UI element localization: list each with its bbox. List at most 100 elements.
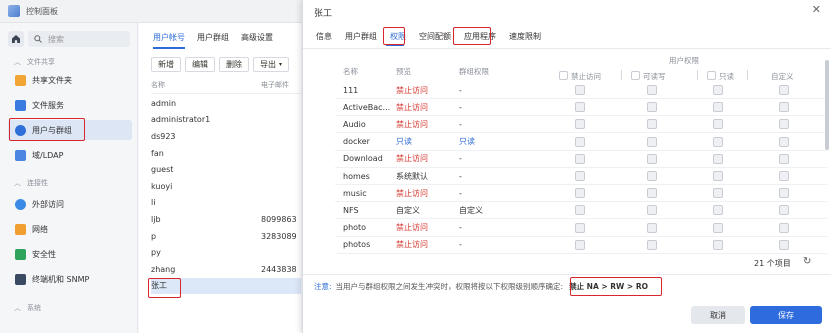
deny-checkbox[interactable] (575, 85, 585, 95)
rw-checkbox[interactable] (647, 239, 657, 250)
refresh-icon[interactable]: ↻ (803, 256, 811, 267)
sidebar-item-security[interactable]: 安全性 (8, 244, 132, 264)
custom-checkbox[interactable] (779, 153, 789, 164)
user-row[interactable]: admin (151, 95, 301, 112)
ro-checkbox[interactable] (713, 188, 723, 199)
sidebar-item-network[interactable]: 网络 (8, 219, 132, 239)
user-row[interactable]: li (151, 195, 301, 212)
ro-checkbox[interactable] (713, 171, 723, 181)
dialog-title: 张工 (314, 9, 333, 19)
tab-info[interactable]: 信息 (316, 31, 332, 42)
custom-checkbox[interactable] (779, 188, 789, 199)
ro-checkbox[interactable] (713, 85, 723, 95)
tab-user-accounts[interactable]: 用户帐号 (153, 32, 185, 49)
rw-checkbox[interactable] (647, 119, 657, 130)
group-permission: - (459, 85, 462, 95)
section-system[interactable]: ︿ 系统 (14, 303, 41, 313)
rw-checkbox[interactable] (647, 136, 657, 147)
add-button[interactable]: 新增 (151, 57, 181, 72)
scrollbar[interactable] (825, 60, 829, 150)
ro-checkbox[interactable] (713, 222, 723, 233)
sidebar-item-external-access[interactable]: 外部访问 (8, 194, 132, 214)
custom-checkbox[interactable] (779, 102, 789, 113)
shared-folder-name: homes (343, 171, 370, 181)
deny-checkbox[interactable] (575, 205, 585, 216)
search-placeholder: 搜索 (48, 34, 64, 44)
delete-button[interactable]: 删除 (219, 57, 249, 72)
custom-checkbox[interactable] (779, 85, 789, 95)
header-deny: 禁止访问 (571, 72, 601, 81)
custom-checkbox[interactable] (779, 222, 789, 233)
close-icon[interactable]: ✕ (812, 3, 821, 16)
tab-speed-limit[interactable]: 速度限制 (509, 31, 541, 42)
user-name: ljb (151, 214, 161, 224)
user-row[interactable]: fan (151, 145, 301, 162)
tab-advanced[interactable]: 高级设置 (241, 32, 273, 49)
deny-checkbox[interactable] (575, 171, 585, 181)
ro-checkbox[interactable] (713, 239, 723, 250)
ro-checkbox[interactable] (713, 119, 723, 130)
custom-checkbox[interactable] (779, 136, 789, 147)
chevron-up-icon: ︿ (14, 304, 21, 312)
ro-checkbox[interactable] (713, 102, 723, 113)
custom-checkbox[interactable] (779, 205, 789, 216)
tab-user-groups[interactable]: 用户群组 (345, 31, 377, 42)
user-row[interactable]: administrator1 (151, 112, 301, 129)
deny-checkbox[interactable] (575, 222, 585, 233)
custom-checkbox[interactable] (779, 239, 789, 250)
deny-checkbox[interactable] (575, 119, 585, 130)
user-list-header: 名称 电子邮件 (151, 80, 301, 94)
user-row[interactable]: py (151, 244, 301, 261)
dialog-tabs: 信息 用户群组 权限 空间配额 应用程序 速度限制 (316, 31, 541, 42)
export-button[interactable]: 导出 ▾ (253, 57, 290, 72)
custom-checkbox[interactable] (779, 171, 789, 181)
edit-button[interactable]: 编辑 (185, 57, 215, 72)
sidebar-item-terminal-snmp[interactable]: 终端机和 SNMP (8, 269, 132, 289)
section-file-sharing[interactable]: ︿ 文件共享 (14, 57, 55, 67)
user-row[interactable]: kuoyi (151, 178, 301, 195)
ro-all-checkbox[interactable] (707, 71, 716, 80)
deny-checkbox[interactable] (575, 136, 585, 147)
ro-checkbox[interactable] (713, 205, 723, 216)
deny-all-checkbox[interactable] (559, 71, 568, 80)
rw-checkbox[interactable] (647, 153, 657, 164)
user-name: admin (151, 98, 177, 108)
rw-checkbox[interactable] (647, 222, 657, 233)
tab-quota[interactable]: 空间配额 (419, 31, 451, 42)
chevron-up-icon: ︿ (14, 58, 21, 66)
sidebar-search-input[interactable]: 搜索 (28, 31, 130, 47)
rw-checkbox[interactable] (647, 205, 657, 216)
section-connectivity[interactable]: ︿ 连接性 (14, 178, 48, 188)
user-name: fan (151, 148, 164, 158)
deny-checkbox[interactable] (575, 188, 585, 199)
deny-checkbox[interactable] (575, 102, 585, 113)
cancel-button[interactable]: 取消 (691, 306, 745, 324)
home-icon (12, 35, 20, 43)
user-email: 8099863 (261, 214, 297, 224)
ro-checkbox[interactable] (713, 136, 723, 147)
ro-checkbox[interactable] (713, 153, 723, 164)
rw-checkbox[interactable] (647, 85, 657, 95)
user-row[interactable]: zhang 2443838 (151, 261, 301, 278)
home-button[interactable] (8, 31, 24, 47)
header-rw: 可读写 (643, 72, 666, 81)
tab-user-groups[interactable]: 用户群组 (197, 32, 229, 49)
deny-checkbox[interactable] (575, 153, 585, 164)
save-button[interactable]: 保存 (750, 306, 822, 324)
user-row[interactable]: ds923 (151, 128, 301, 145)
user-row[interactable]: p 3283089 (151, 228, 301, 245)
rw-checkbox[interactable] (647, 188, 657, 199)
rw-all-checkbox[interactable] (631, 71, 640, 80)
user-row[interactable]: guest (151, 161, 301, 178)
rw-checkbox[interactable] (647, 102, 657, 113)
sidebar-item-file-services[interactable]: 文件服务 (8, 95, 132, 115)
sidebar-item-label: 外部访问 (32, 199, 64, 209)
section-label: 文件共享 (27, 58, 55, 66)
user-row[interactable]: ljb 8099863 (151, 211, 301, 228)
custom-checkbox[interactable] (779, 119, 789, 130)
sidebar-item-domain-ldap[interactable]: 域/LDAP (8, 145, 132, 165)
deny-checkbox[interactable] (575, 239, 585, 250)
sidebar-item-shared-folder[interactable]: 共享文件夹 (8, 70, 132, 90)
rw-checkbox[interactable] (647, 171, 657, 181)
group-permission: - (459, 240, 462, 250)
